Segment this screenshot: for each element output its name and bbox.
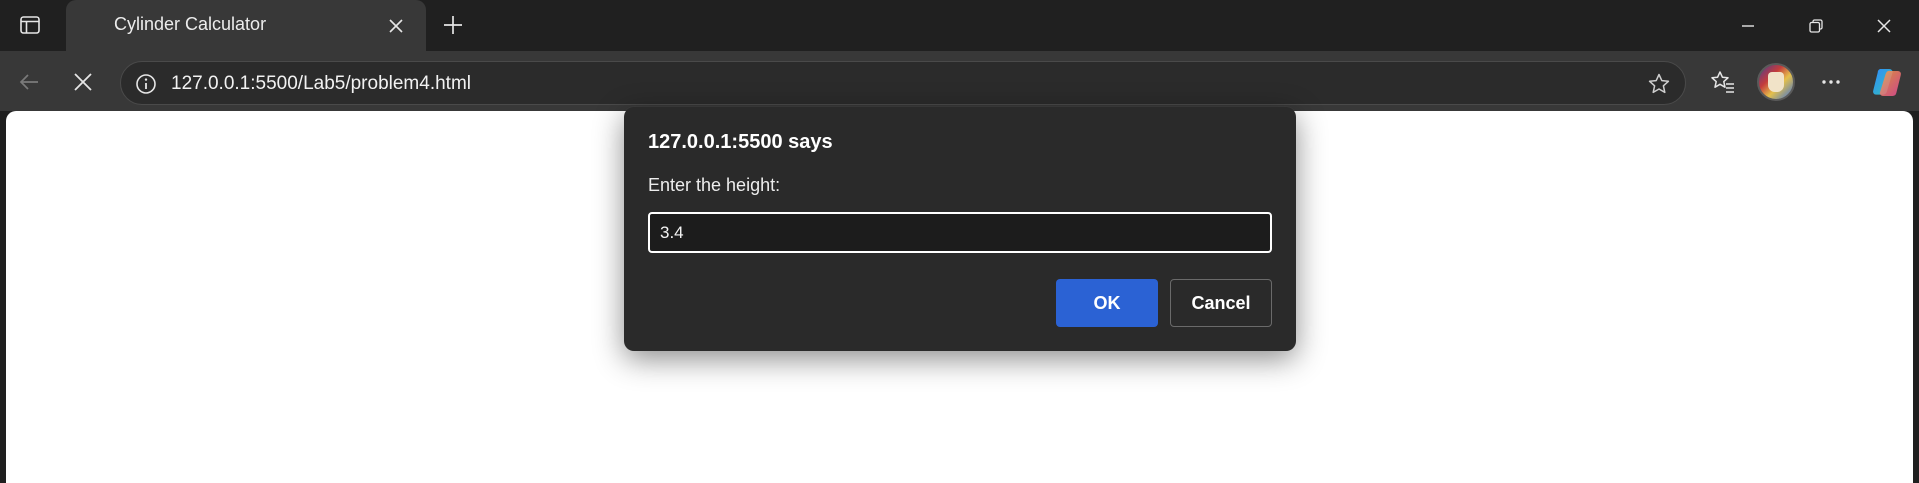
info-icon[interactable]: [133, 71, 159, 97]
stop-button[interactable]: [64, 63, 102, 101]
tab-title: Cylinder Calculator: [114, 14, 267, 34]
more-icon: [1822, 80, 1840, 84]
active-tab[interactable]: Cylinder Calculator: [66, 0, 426, 51]
minimize-icon: [1742, 24, 1754, 27]
dialog-title: 127.0.0.1:5500 says: [648, 131, 833, 153]
star-icon[interactable]: [1645, 70, 1673, 98]
plus-icon: [444, 16, 462, 34]
tab-actions-icon[interactable]: [10, 8, 50, 42]
url-text[interactable]: 127.0.0.1:5500/Lab5/problem4.html: [171, 73, 471, 95]
prompt-dialog: 127.0.0.1:5500 says Enter the height: OK…: [624, 107, 1296, 351]
favorites-icon: [1711, 71, 1734, 93]
restore-button[interactable]: [1788, 0, 1844, 51]
copilot-icon[interactable]: [1868, 63, 1906, 101]
tab-close-icon[interactable]: [382, 12, 410, 40]
restore-icon: [1809, 18, 1823, 33]
address-bar[interactable]: 127.0.0.1:5500/Lab5/problem4.html: [120, 61, 1686, 105]
close-icon: [1877, 18, 1891, 33]
back-arrow-icon: [19, 74, 38, 90]
tab-strip: Cylinder Calculator: [0, 0, 1919, 51]
minimize-button[interactable]: [1720, 0, 1776, 51]
close-window-button[interactable]: [1856, 0, 1912, 51]
ok-button[interactable]: OK: [1056, 279, 1158, 327]
new-tab-button[interactable]: [436, 8, 470, 42]
dialog-message: Enter the height:: [648, 175, 781, 195]
prompt-input[interactable]: [648, 212, 1272, 253]
cancel-button[interactable]: Cancel: [1170, 279, 1272, 327]
avatar[interactable]: [1757, 63, 1795, 101]
browser-toolbar: 127.0.0.1:5500/Lab5/problem4.html: [0, 51, 1919, 111]
back-button[interactable]: [10, 63, 48, 101]
stop-icon: [74, 73, 92, 91]
more-button[interactable]: [1812, 63, 1850, 101]
favorites-button[interactable]: [1704, 63, 1742, 101]
